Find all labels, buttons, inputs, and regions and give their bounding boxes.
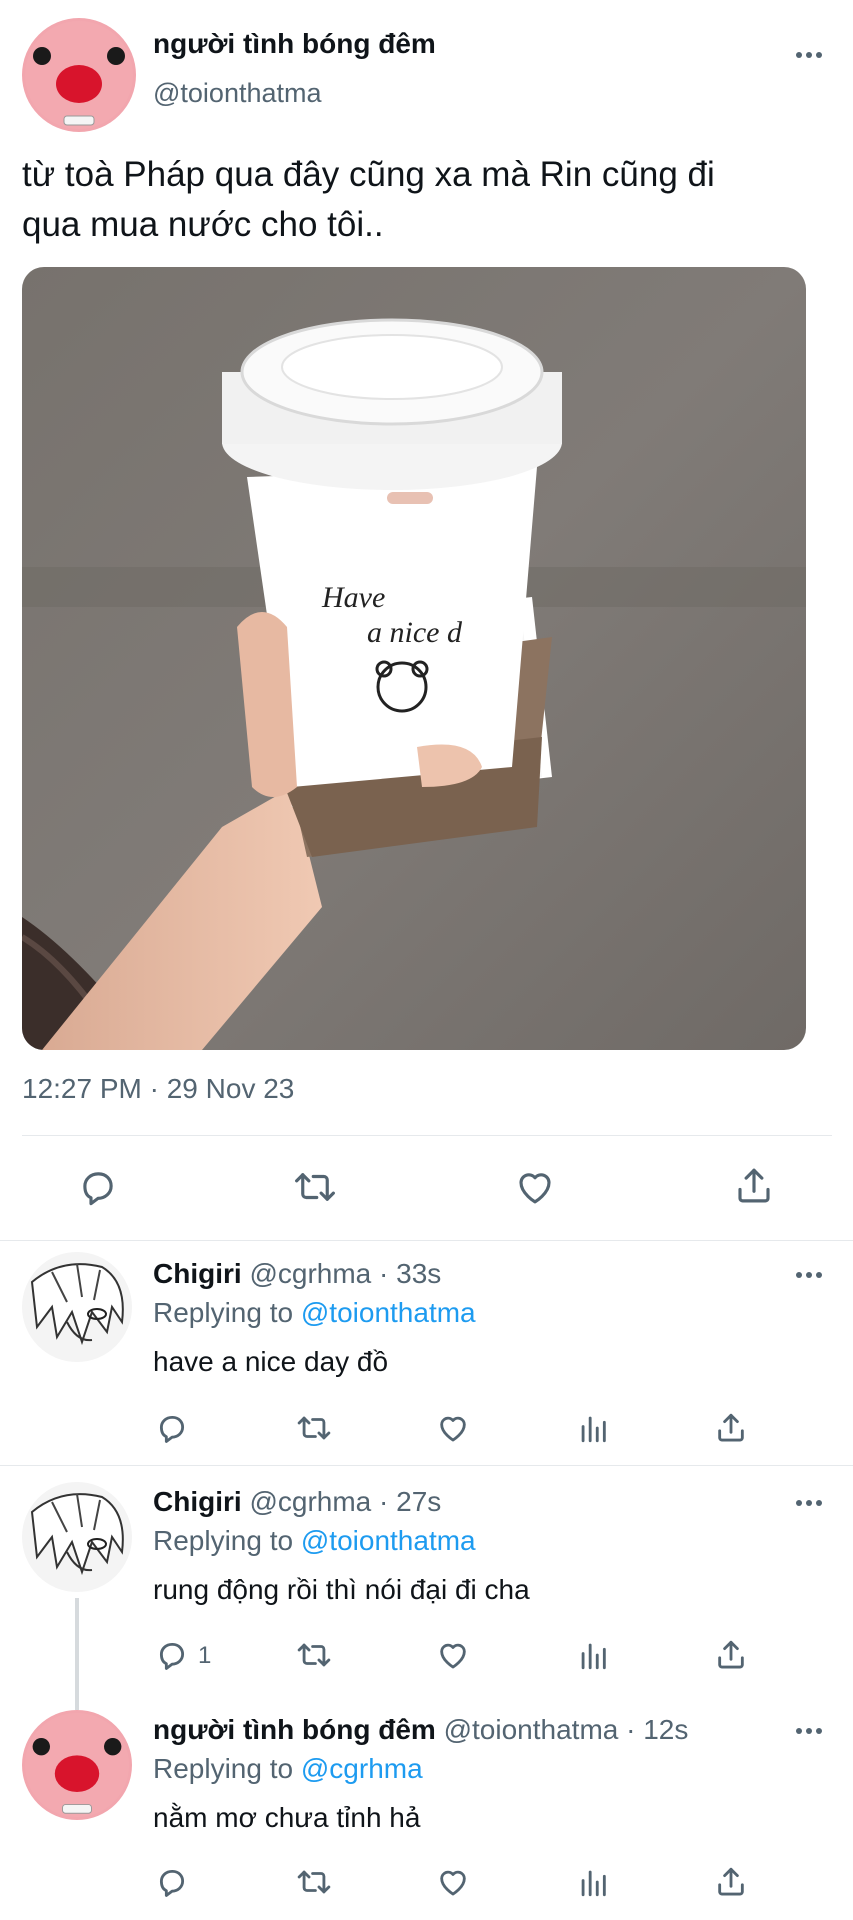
replying-to: Replying to @cgrhma: [153, 1753, 423, 1785]
author-name[interactable]: Chigiri: [153, 1486, 242, 1517]
more-icon[interactable]: [796, 1500, 822, 1506]
reply-text: rung động rồi thì nói đại đi cha: [153, 1574, 530, 1605]
retweet-icon[interactable]: [295, 1638, 333, 1672]
like-icon[interactable]: [436, 1865, 470, 1899]
tweet-text: từ toà Pháp qua đây cũng xa mà Rin cũng …: [22, 150, 842, 250]
retweet-icon[interactable]: [292, 1166, 338, 1208]
retweet-icon[interactable]: [295, 1411, 333, 1445]
like-icon[interactable]: [436, 1411, 470, 1445]
like-icon[interactable]: [514, 1166, 556, 1208]
divider: [22, 1135, 832, 1136]
author-name[interactable]: Chigiri: [153, 1258, 242, 1289]
replying-to-link[interactable]: @cgrhma: [301, 1753, 423, 1784]
share-icon[interactable]: [714, 1637, 748, 1673]
divider: [0, 1465, 853, 1466]
reply-icon[interactable]: [77, 1166, 119, 1208]
avatar[interactable]: [22, 1252, 132, 1362]
avatar[interactable]: [22, 1482, 132, 1592]
replying-to-label: Replying to: [153, 1297, 294, 1328]
tweet-text-line: từ toà Pháp qua đây cũng xa mà Rin cũng …: [22, 155, 715, 194]
replying-to-link[interactable]: @toionthatma: [301, 1525, 476, 1556]
reply-header: Chigiri @cgrhma · 27s: [153, 1486, 441, 1518]
cup-text: a nice d: [367, 616, 463, 649]
replying-to-label: Replying to: [153, 1753, 294, 1784]
reply-icon[interactable]: [155, 1411, 189, 1445]
more-icon[interactable]: [796, 52, 822, 58]
author-handle-time[interactable]: @cgrhma · 33s: [249, 1258, 441, 1289]
analytics-icon[interactable]: [576, 1865, 610, 1899]
avatar[interactable]: [22, 1710, 132, 1820]
reply-count: 1: [198, 1642, 212, 1669]
tweet-photo[interactable]: Have a nice d: [22, 267, 806, 1050]
thread-line: [75, 1598, 79, 1710]
share-icon[interactable]: [733, 1164, 775, 1208]
replying-to-label: Replying to: [153, 1525, 294, 1556]
tweet-text-line: qua mua nước cho tôi..: [22, 205, 384, 244]
retweet-icon[interactable]: [295, 1865, 333, 1899]
share-icon[interactable]: [714, 1410, 748, 1446]
author-handle-time[interactable]: @cgrhma · 27s: [249, 1486, 441, 1517]
reply-icon[interactable]: [155, 1638, 189, 1672]
author-name[interactable]: người tình bóng đêm: [153, 28, 436, 60]
author-handle-time[interactable]: @toionthatma · 12s: [444, 1714, 689, 1745]
replying-to: Replying to @toionthatma: [153, 1525, 476, 1557]
analytics-icon[interactable]: [576, 1638, 610, 1672]
share-icon[interactable]: [714, 1864, 748, 1900]
like-icon[interactable]: [436, 1638, 470, 1672]
cup-text: Have: [321, 581, 385, 614]
reply-header: người tình bóng đêm @toionthatma · 12s: [153, 1714, 688, 1746]
more-icon[interactable]: [796, 1728, 822, 1734]
avatar[interactable]: [22, 18, 136, 132]
tweet-timestamp[interactable]: 12:27 PM · 29 Nov 23: [22, 1073, 294, 1105]
replying-to: Replying to @toionthatma: [153, 1297, 476, 1329]
reply-text: nằm mơ chưa tỉnh hả: [153, 1802, 421, 1833]
reply-text: have a nice day đồ: [153, 1346, 389, 1377]
reply-icon[interactable]: [155, 1865, 189, 1899]
analytics-icon[interactable]: [576, 1411, 610, 1445]
reply-header: Chigiri @cgrhma · 33s: [153, 1258, 441, 1290]
author-handle[interactable]: @toionthatma: [153, 78, 322, 109]
more-icon[interactable]: [796, 1272, 822, 1278]
author-name[interactable]: người tình bóng đêm: [153, 1714, 436, 1745]
replying-to-link[interactable]: @toionthatma: [301, 1297, 476, 1328]
divider: [0, 1240, 853, 1241]
